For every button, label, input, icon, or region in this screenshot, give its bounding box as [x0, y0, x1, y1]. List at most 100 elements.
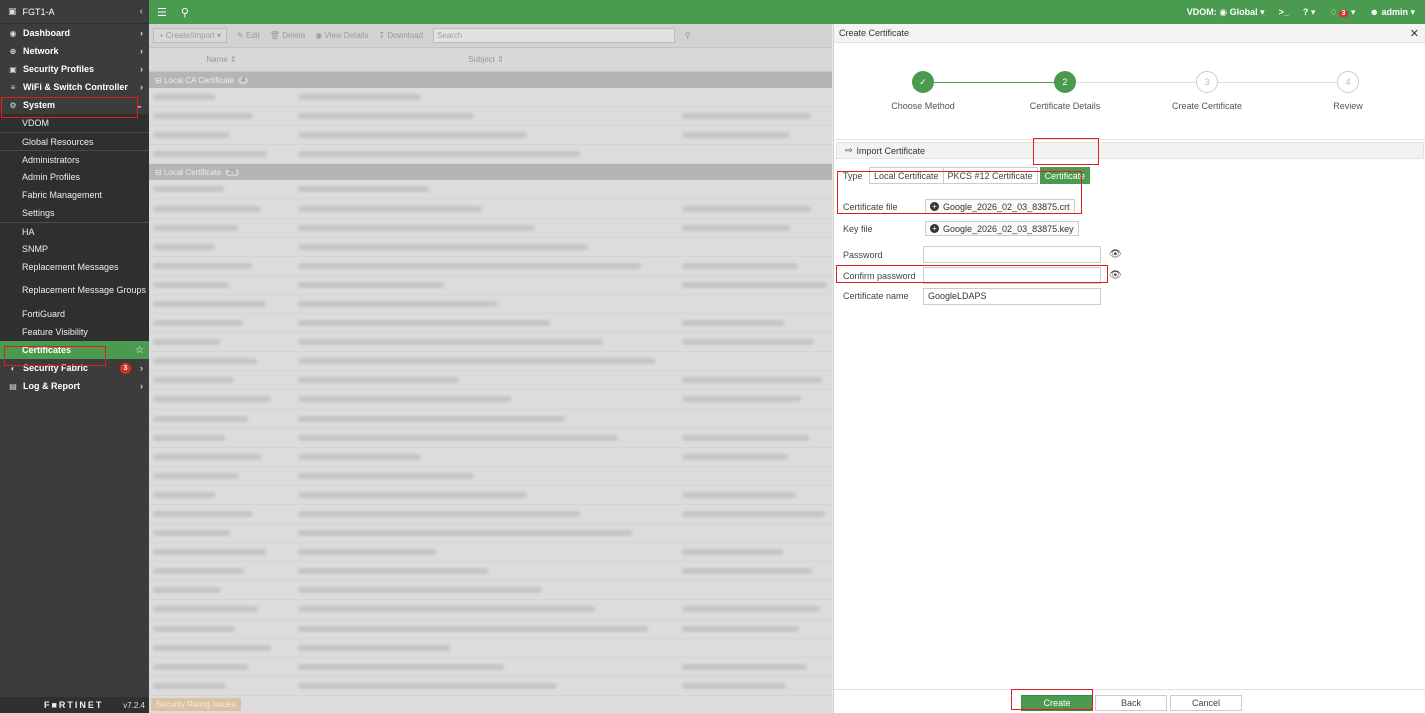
sidebar-sub-replacement-message-groups[interactable]: Replacement Message Groups: [0, 276, 149, 305]
table-row[interactable]: [149, 180, 832, 200]
search-icon[interactable]: ⚲: [181, 6, 189, 19]
table-row[interactable]: [149, 295, 832, 315]
table-row[interactable]: [149, 219, 832, 238]
security-rating-issues[interactable]: Security Rating Issues: [151, 698, 241, 711]
certificate-name-input[interactable]: GoogleLDAPS: [923, 288, 1101, 305]
sidebar-item-wifi-switch-controller[interactable]: ≡ WiFi & Switch Controller ›: [0, 78, 149, 96]
sidebar-item-security-profiles[interactable]: ▣ Security Profiles ›: [0, 60, 149, 78]
edit-button[interactable]: ✎ Edit: [237, 31, 260, 40]
user-menu[interactable]: ☻ admin ▾: [1369, 7, 1415, 18]
table-row[interactable]: [149, 333, 832, 353]
menu-icon[interactable]: ☰: [157, 6, 167, 19]
cli-console-icon[interactable]: >_: [1279, 7, 1289, 17]
col-subject[interactable]: Subject ⇕: [294, 55, 678, 64]
sidebar-item-label: Log & Report: [23, 381, 80, 391]
table-row[interactable]: [149, 543, 832, 563]
table-row[interactable]: [149, 390, 832, 410]
sidebar-item-dashboard[interactable]: ◉ Dashboard ›: [0, 24, 149, 42]
step-label: Certificate Details: [1029, 101, 1101, 111]
favorite-star-icon[interactable]: ☆: [135, 345, 144, 356]
group-local-ca[interactable]: ⊟ Local CA Certificate 4: [149, 72, 832, 88]
step-label: Create Certificate: [1171, 101, 1243, 111]
type-pkcs12-certificate[interactable]: PKCS #12 Certificate: [943, 167, 1038, 184]
sidebar-sub-label: Fabric Management: [22, 190, 103, 200]
table-row[interactable]: [149, 581, 832, 601]
type-certificate[interactable]: Certificate: [1039, 167, 1091, 184]
sidebar-sub-administrators[interactable]: Administrators: [0, 150, 149, 168]
table-row[interactable]: [149, 145, 832, 165]
table-row[interactable]: [149, 88, 832, 108]
sidebar-sub-settings[interactable]: Settings: [0, 204, 149, 222]
table-row[interactable]: [149, 658, 832, 677]
table-row[interactable]: [149, 410, 832, 429]
sidebar-sub-feature-visibility[interactable]: Feature Visibility: [0, 323, 149, 341]
sidebar-item-system[interactable]: ⚙ System ⌄: [0, 96, 149, 114]
sidebar-sub-fabric-management[interactable]: Fabric Management: [0, 186, 149, 204]
import-icon: ⇨: [845, 145, 853, 155]
password-input[interactable]: [923, 246, 1101, 263]
table-row[interactable]: [149, 276, 832, 295]
close-icon[interactable]: ✕: [1410, 27, 1419, 40]
download-button[interactable]: ↧ Download: [378, 31, 423, 40]
table-row[interactable]: [149, 600, 832, 620]
table-row[interactable]: [149, 562, 832, 582]
collapse-icon[interactable]: ‹: [140, 6, 143, 17]
table-row[interactable]: [149, 314, 832, 334]
certificate-file-button[interactable]: + Google_2026_02_03_83875.crt: [925, 199, 1075, 214]
notifications-icon[interactable]: ♢ 3 ▾: [1329, 7, 1355, 18]
table-row[interactable]: [149, 238, 832, 257]
help-icon[interactable]: ? ▾: [1303, 7, 1316, 18]
table-row[interactable]: [149, 505, 832, 525]
sidebar-sub-admin-profiles[interactable]: Admin Profiles: [0, 168, 149, 186]
sidebar-sub-replacement-messages[interactable]: Replacement Messages: [0, 258, 149, 276]
confirm-password-input[interactable]: [923, 267, 1101, 284]
type-local-certificate[interactable]: Local Certificate: [869, 167, 944, 184]
table-row[interactable]: [149, 352, 832, 372]
view-details-button[interactable]: ◉ View Details: [315, 31, 368, 40]
lock-icon: ▣: [9, 64, 17, 74]
create-import-button[interactable]: + Create/Import ▾: [153, 28, 228, 43]
back-button[interactable]: Back: [1095, 695, 1167, 711]
list-search-input[interactable]: Search: [432, 28, 675, 43]
device-icon: ▣: [8, 6, 17, 16]
table-row[interactable]: [149, 199, 832, 219]
table-row[interactable]: [149, 524, 832, 544]
table-row[interactable]: [149, 448, 832, 467]
sidebar-item-log-report[interactable]: ▤ Log & Report ›: [0, 377, 149, 395]
table-row[interactable]: [149, 371, 832, 391]
list-search-icon[interactable]: ⚲: [685, 31, 691, 40]
col-name[interactable]: Name ⇕: [149, 55, 294, 64]
show-password-icon[interactable]: 👁: [1109, 249, 1122, 260]
table-row[interactable]: [149, 677, 832, 696]
group-local-certificate[interactable]: ⊟ Local Certificate 25: [149, 164, 832, 181]
sidebar-sub-certificates[interactable]: Certificates ☆: [0, 341, 149, 359]
sidebar-sub-label: SNMP: [22, 244, 49, 254]
sidebar-sub-vdom[interactable]: VDOM: [0, 114, 149, 132]
sidebar-sub-snmp[interactable]: SNMP: [0, 240, 149, 258]
show-confirm-password-icon[interactable]: 👁: [1109, 270, 1122, 281]
sidebar-item-security-fabric[interactable]: ◐ Security Fabric 3 ›: [0, 359, 149, 377]
table-row[interactable]: [149, 257, 832, 276]
upload-icon: +: [930, 224, 939, 233]
chevron-right-icon: ›: [140, 82, 143, 92]
table-row[interactable]: [149, 126, 832, 146]
user-icon: ☻: [1369, 6, 1379, 17]
key-file-name: Google_2026_02_03_83875.key: [943, 223, 1074, 234]
create-button[interactable]: Create: [1021, 695, 1093, 711]
delete-button[interactable]: 🗑 Delete: [270, 31, 306, 40]
chevron-down-icon: ⌄: [135, 99, 143, 110]
sidebar-item-network[interactable]: ⊕ Network ›: [0, 42, 149, 60]
sidebar-sub-fortiguard[interactable]: FortiGuard: [0, 305, 149, 323]
table-row[interactable]: [149, 620, 832, 639]
table-row[interactable]: [149, 429, 832, 448]
table-row[interactable]: [149, 486, 832, 505]
table-row[interactable]: [149, 107, 832, 127]
vdom-selector[interactable]: VDOM: ◉ Global ▾: [1187, 7, 1265, 18]
key-file-button[interactable]: + Google_2026_02_03_83875.key: [925, 221, 1079, 236]
sidebar-footer: F■RTINET v7.2.4: [0, 697, 149, 713]
sidebar-sub-global-resources[interactable]: Global Resources: [0, 132, 149, 150]
table-row[interactable]: [149, 467, 832, 486]
cancel-button[interactable]: Cancel: [1170, 695, 1242, 711]
table-row[interactable]: [149, 639, 832, 658]
sidebar-sub-ha[interactable]: HA: [0, 222, 149, 240]
